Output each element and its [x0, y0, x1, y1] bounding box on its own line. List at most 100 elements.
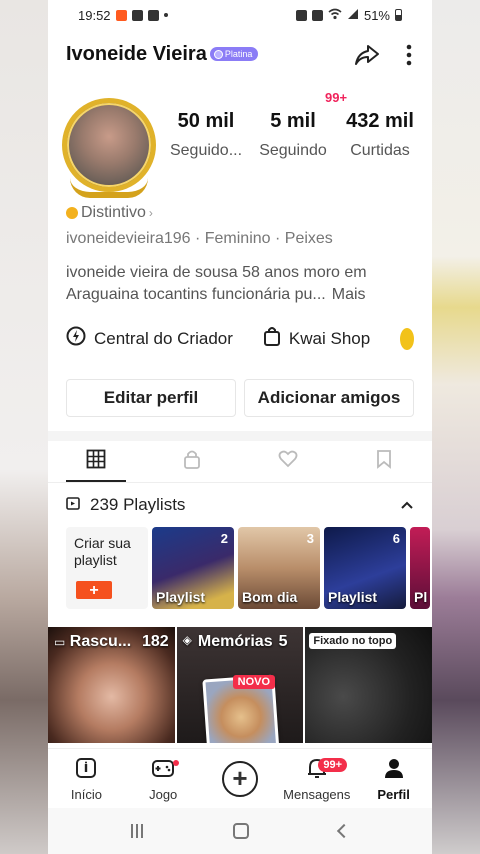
drafts-label: ▭ Rascu...	[54, 633, 131, 651]
distintivo-label: Distintivo	[81, 204, 146, 221]
kwai-shop-label: Kwai Shop	[288, 328, 371, 348]
memories-tile[interactable]: ◈ Memórias 5 NOVO	[176, 627, 304, 743]
stat-value: 432 mil	[346, 110, 414, 132]
memories-count: 5	[278, 633, 288, 650]
phone-screen: 19:52 51% Ivoneide Vieira Platina 50 mil…	[48, 0, 432, 854]
nav-home-label: Início	[70, 786, 102, 802]
plus-icon: +	[221, 760, 258, 797]
bookmark-icon	[374, 449, 394, 474]
stat-followers[interactable]: 50 mil Seguido...	[164, 98, 248, 160]
nav-home[interactable]: Início	[48, 756, 125, 802]
stat-value: 5 mil	[270, 110, 316, 132]
profile-stats: 50 mil Seguido... 99+ 5 mil Seguindo 432…	[164, 90, 422, 160]
person-icon	[382, 756, 406, 783]
nav-create[interactable]: +	[202, 760, 279, 797]
stat-likes[interactable]: 432 mil Curtidas	[338, 98, 422, 160]
tab-liked[interactable]	[240, 441, 336, 482]
stat-label: Curtidas	[350, 142, 410, 159]
divider	[48, 431, 432, 441]
playlist-card[interactable]: 3 Bom dia	[238, 527, 320, 609]
content-tabs	[48, 441, 432, 483]
stat-label: Seguindo	[259, 142, 327, 159]
nav-messages-label: Mensagens	[283, 786, 351, 802]
stat-following[interactable]: 99+ 5 mil Seguindo	[251, 90, 348, 160]
youtube-notification-icon	[131, 9, 143, 21]
kwai-shop-link[interactable]: Kwai Shop	[263, 326, 370, 351]
bolt-icon	[66, 326, 86, 351]
more-notifications-dot	[163, 13, 168, 17]
distintivo-link[interactable]: Distintivo ›	[48, 204, 432, 222]
location-icon	[311, 9, 323, 21]
alarm-icon	[295, 9, 307, 21]
platina-badge[interactable]: Platina	[209, 47, 259, 61]
stat-label: Seguido...	[169, 142, 243, 159]
create-playlist-button[interactable]: Criar sua playlist +	[66, 527, 148, 609]
playlists-header[interactable]: 239 Playlists	[48, 483, 432, 527]
playlist-card[interactable]: 6 Playlist	[324, 527, 406, 609]
system-navigation-bar	[48, 808, 432, 854]
bio-more-link[interactable]: Mais	[332, 286, 366, 303]
gamepad-icon	[151, 756, 175, 783]
profile-summary: 50 mil Seguido... 99+ 5 mil Seguindo 432…	[48, 90, 432, 198]
bottom-navigation: Início Jogo + 99+ Mensagens Perfil	[48, 748, 432, 808]
profile-action-buttons: Editar perfil Adicionar amigos	[48, 379, 432, 417]
chevron-up-icon[interactable]	[400, 495, 414, 515]
creator-center-link[interactable]: Central do Criador	[66, 326, 233, 351]
drafts-count: 182	[141, 633, 169, 650]
drafts-title: Rascu...	[69, 633, 132, 650]
stat-value: 50 mil	[177, 110, 235, 132]
nav-profile-label: Perfil	[377, 786, 410, 802]
profile-bio[interactable]: ivoneide vieira de sousa 58 anos moro em…	[48, 262, 432, 306]
pinned-badge: Fixado no topo	[309, 633, 397, 649]
messages-badge: 99+	[318, 757, 348, 772]
playlist-count: 2	[220, 531, 228, 546]
playlist-count: 3	[306, 531, 314, 546]
edit-profile-button[interactable]: Editar perfil	[66, 379, 236, 417]
profile-info: ivoneidevieira196 · Feminino · Peixes	[66, 230, 333, 247]
background-right	[432, 0, 480, 854]
add-friends-button[interactable]: Adicionar amigos	[244, 379, 414, 417]
playlist-carousel: Criar sua playlist + 2 Playlist 3 Bom di…	[48, 527, 432, 611]
status-time: 19:52	[78, 7, 111, 23]
playlist-name: Pl	[414, 589, 428, 605]
tab-saved[interactable]	[336, 441, 432, 482]
more-link-coin-icon[interactable]	[400, 327, 414, 350]
facebook-notification-icon	[147, 9, 159, 21]
tab-private[interactable]	[144, 441, 240, 482]
playlist-card[interactable]: Pl	[410, 527, 430, 609]
plus-icon: +	[76, 581, 112, 599]
share-icon[interactable]	[354, 42, 380, 73]
profile-links: Central do Criador Kwai Shop	[48, 326, 432, 351]
create-playlist-label: Criar sua playlist	[74, 535, 131, 568]
status-bar: 19:52 51%	[48, 0, 432, 30]
kwai-notification-icon	[115, 9, 127, 21]
pinned-video-tile[interactable]: Fixado no topo	[305, 627, 432, 743]
avatar[interactable]	[62, 98, 156, 198]
bio-text: ivoneide vieira de sousa 58 anos moro em…	[66, 264, 367, 303]
grid-icon	[86, 449, 106, 474]
playlist-card[interactable]: 2 Playlist	[152, 527, 234, 609]
battery-icon	[395, 9, 402, 21]
video-grid: ▭ Rascu... 182 ◈ Memórias 5 NOVO Fixado …	[48, 627, 432, 743]
playlist-count: 6	[392, 531, 400, 546]
platina-badge-label: Platina	[224, 49, 253, 59]
lock-icon	[182, 449, 202, 474]
game-notification-dot	[172, 759, 179, 766]
playlist-name: Bom dia	[242, 589, 298, 605]
memories-icon: ◈	[182, 633, 192, 647]
playlist-icon	[66, 495, 82, 516]
laurel-frame-icon	[70, 178, 148, 198]
back-icon[interactable]	[336, 823, 352, 839]
recent-apps-icon[interactable]	[131, 824, 143, 838]
battery-percentage: 51%	[363, 7, 390, 23]
tab-grid[interactable]	[48, 441, 144, 482]
platina-gem-icon	[213, 49, 223, 59]
home-button-icon[interactable]	[233, 823, 249, 839]
playlist-name: Playlist	[328, 589, 378, 605]
nav-messages[interactable]: 99+ Mensagens	[278, 756, 355, 802]
drafts-tile[interactable]: ▭ Rascu... 182	[48, 627, 175, 743]
nav-game[interactable]: Jogo	[125, 756, 202, 802]
nav-profile[interactable]: Perfil	[355, 756, 432, 802]
more-options-icon[interactable]	[406, 44, 412, 71]
playlist-name: Playlist	[156, 589, 206, 605]
